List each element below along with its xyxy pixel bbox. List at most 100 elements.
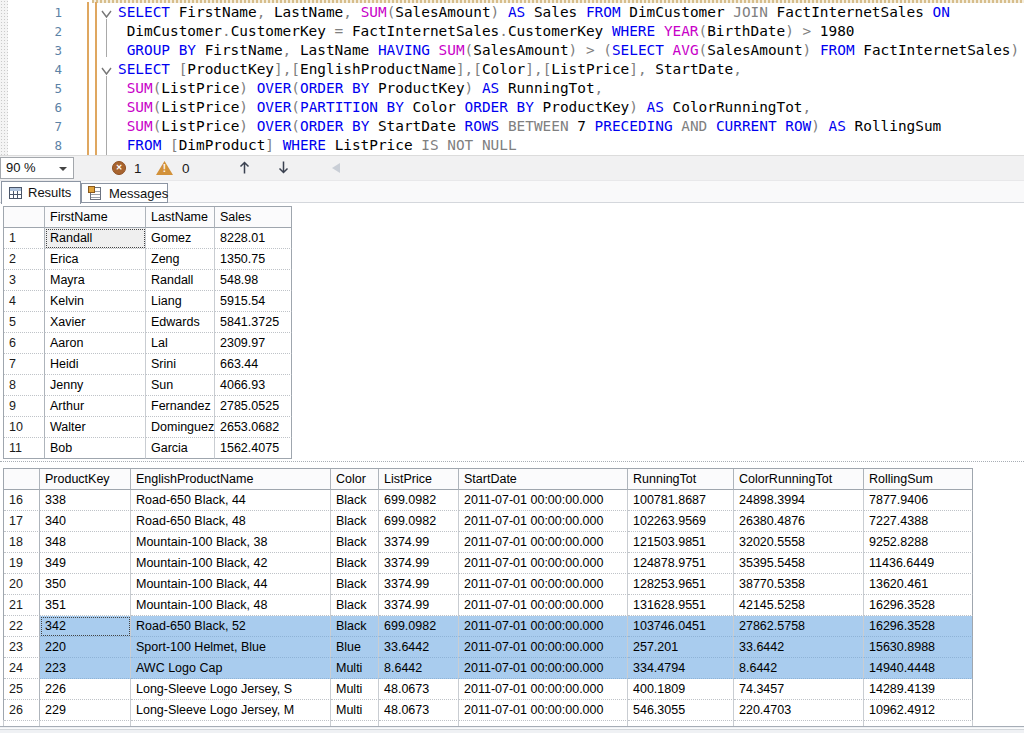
- cell[interactable]: Srini: [146, 354, 215, 375]
- next-issue-arrow-icon[interactable]: [277, 160, 290, 175]
- cell[interactable]: 351: [40, 595, 131, 616]
- cell[interactable]: 2011-07-01 00:00:00.000: [459, 574, 628, 595]
- row-number[interactable]: 7: [4, 354, 45, 375]
- cell[interactable]: 14289.4139: [864, 679, 973, 700]
- cell[interactable]: Sun: [146, 375, 215, 396]
- row-number[interactable]: 17: [4, 511, 40, 532]
- row-number[interactable]: 19: [4, 553, 40, 574]
- column-header-color[interactable]: Color: [331, 469, 379, 490]
- cell[interactable]: 226: [40, 679, 131, 700]
- scroll-left-icon[interactable]: [332, 163, 340, 173]
- row-number[interactable]: 21: [4, 595, 40, 616]
- cell[interactable]: 3374.99: [379, 553, 459, 574]
- cell[interactable]: Road-650 Black, 48: [131, 511, 331, 532]
- row-number[interactable]: 24: [4, 658, 40, 679]
- cell[interactable]: 121503.9851: [628, 532, 734, 553]
- cell[interactable]: 2011-07-01 00:00:00.000: [459, 700, 628, 721]
- cell[interactable]: Edwards: [146, 312, 215, 333]
- cell[interactable]: 26380.4876: [734, 511, 864, 532]
- cell[interactable]: Arthur: [45, 396, 146, 417]
- column-header-listprice[interactable]: ListPrice: [379, 469, 459, 490]
- column-header-firstname[interactable]: FirstName: [45, 207, 146, 228]
- cell[interactable]: 8.6442: [734, 658, 864, 679]
- code-line[interactable]: GROUP BY FirstName, LastName HAVING SUM(…: [118, 41, 1024, 60]
- cell[interactable]: Long-Sleeve Logo Jersey, M: [131, 700, 331, 721]
- cell[interactable]: 5915.54: [215, 291, 292, 312]
- cell[interactable]: Heidi: [45, 354, 146, 375]
- cell[interactable]: Black: [331, 511, 379, 532]
- row-number[interactable]: 9: [4, 396, 45, 417]
- column-header-lastname[interactable]: LastName: [146, 207, 215, 228]
- cell[interactable]: 257.201: [628, 637, 734, 658]
- cell[interactable]: 663.44: [215, 354, 292, 375]
- cell[interactable]: 15630.8988: [864, 637, 973, 658]
- cell[interactable]: AWC Logo Cap: [131, 658, 331, 679]
- cell[interactable]: 24898.3994: [734, 490, 864, 511]
- cell[interactable]: Mountain-100 Black, 48: [131, 595, 331, 616]
- row-number[interactable]: 5: [4, 312, 45, 333]
- grid-splitter[interactable]: [0, 461, 1024, 462]
- row-number[interactable]: 1: [4, 228, 45, 249]
- cell[interactable]: Garcia: [146, 438, 215, 459]
- cell[interactable]: Liang: [146, 291, 215, 312]
- sql-code[interactable]: SELECT FirstName, LastName, SUM(SalesAmo…: [118, 3, 1024, 155]
- cell[interactable]: 548.98: [215, 270, 292, 291]
- cell[interactable]: 33.6442: [379, 637, 459, 658]
- cell[interactable]: 131628.9551: [628, 595, 734, 616]
- cell[interactable]: 7877.9406: [864, 490, 973, 511]
- column-header-startdate[interactable]: StartDate: [459, 469, 628, 490]
- cell[interactable]: 2011-07-01 00:00:00.000: [459, 637, 628, 658]
- row-number[interactable]: 23: [4, 637, 40, 658]
- code-line[interactable]: SELECT FirstName, LastName, SUM(SalesAmo…: [118, 3, 1024, 22]
- cell[interactable]: 2011-07-01 00:00:00.000: [459, 595, 628, 616]
- cell[interactable]: 1350.75: [215, 249, 292, 270]
- cell[interactable]: 349: [40, 553, 131, 574]
- cell[interactable]: 103746.0451: [628, 616, 734, 637]
- cell[interactable]: 348: [40, 532, 131, 553]
- cell[interactable]: Mountain-100 Black, 38: [131, 532, 331, 553]
- zoom-level-dropdown[interactable]: 90 %: [0, 157, 74, 179]
- cell[interactable]: 16296.3528: [864, 616, 973, 637]
- cell[interactable]: 2011-07-01 00:00:00.000: [459, 532, 628, 553]
- cell[interactable]: 38770.5358: [734, 574, 864, 595]
- cell[interactable]: Xavier: [45, 312, 146, 333]
- cell[interactable]: 220.4703: [734, 700, 864, 721]
- cell[interactable]: Black: [331, 616, 379, 637]
- cell[interactable]: Black: [331, 553, 379, 574]
- cell[interactable]: 33.6442: [734, 637, 864, 658]
- row-number[interactable]: 3: [4, 270, 45, 291]
- cell[interactable]: 699.0982: [379, 490, 459, 511]
- code-line[interactable]: DimCustomer.CustomerKey = FactInternetSa…: [118, 22, 1024, 41]
- collapse-region-icon[interactable]: [100, 62, 113, 72]
- cell[interactable]: Black: [331, 595, 379, 616]
- column-header-sales[interactable]: Sales: [215, 207, 292, 228]
- cell[interactable]: 229: [40, 700, 131, 721]
- cell[interactable]: Randall: [146, 270, 215, 291]
- cell[interactable]: 42145.5258: [734, 595, 864, 616]
- cell[interactable]: 340: [40, 511, 131, 532]
- cell[interactable]: 220: [40, 637, 131, 658]
- cell[interactable]: Black: [331, 574, 379, 595]
- cell[interactable]: 128253.9651: [628, 574, 734, 595]
- row-number[interactable]: 2: [4, 249, 45, 270]
- row-number[interactable]: 25: [4, 679, 40, 700]
- row-number[interactable]: 20: [4, 574, 40, 595]
- cell[interactable]: 13620.461: [864, 574, 973, 595]
- cell[interactable]: 8228.01: [215, 228, 292, 249]
- row-number[interactable]: 8: [4, 375, 45, 396]
- cell[interactable]: 2011-07-01 00:00:00.000: [459, 553, 628, 574]
- row-number[interactable]: 26: [4, 700, 40, 721]
- column-header-colorrunningtot[interactable]: ColorRunningTot: [734, 469, 864, 490]
- column-header-runningtot[interactable]: RunningTot: [628, 469, 734, 490]
- cell[interactable]: Blue: [331, 637, 379, 658]
- cell[interactable]: 2653.0682: [215, 417, 292, 438]
- cell[interactable]: 32020.5558: [734, 532, 864, 553]
- tab-results[interactable]: Results: [1, 181, 81, 204]
- cell[interactable]: 223: [40, 658, 131, 679]
- cell[interactable]: 342: [40, 616, 131, 637]
- cell[interactable]: 3374.99: [379, 595, 459, 616]
- cell[interactable]: 699.0982: [379, 511, 459, 532]
- cell[interactable]: 334.4794: [628, 658, 734, 679]
- cell[interactable]: 2011-07-01 00:00:00.000: [459, 658, 628, 679]
- cell[interactable]: 2011-07-01 00:00:00.000: [459, 679, 628, 700]
